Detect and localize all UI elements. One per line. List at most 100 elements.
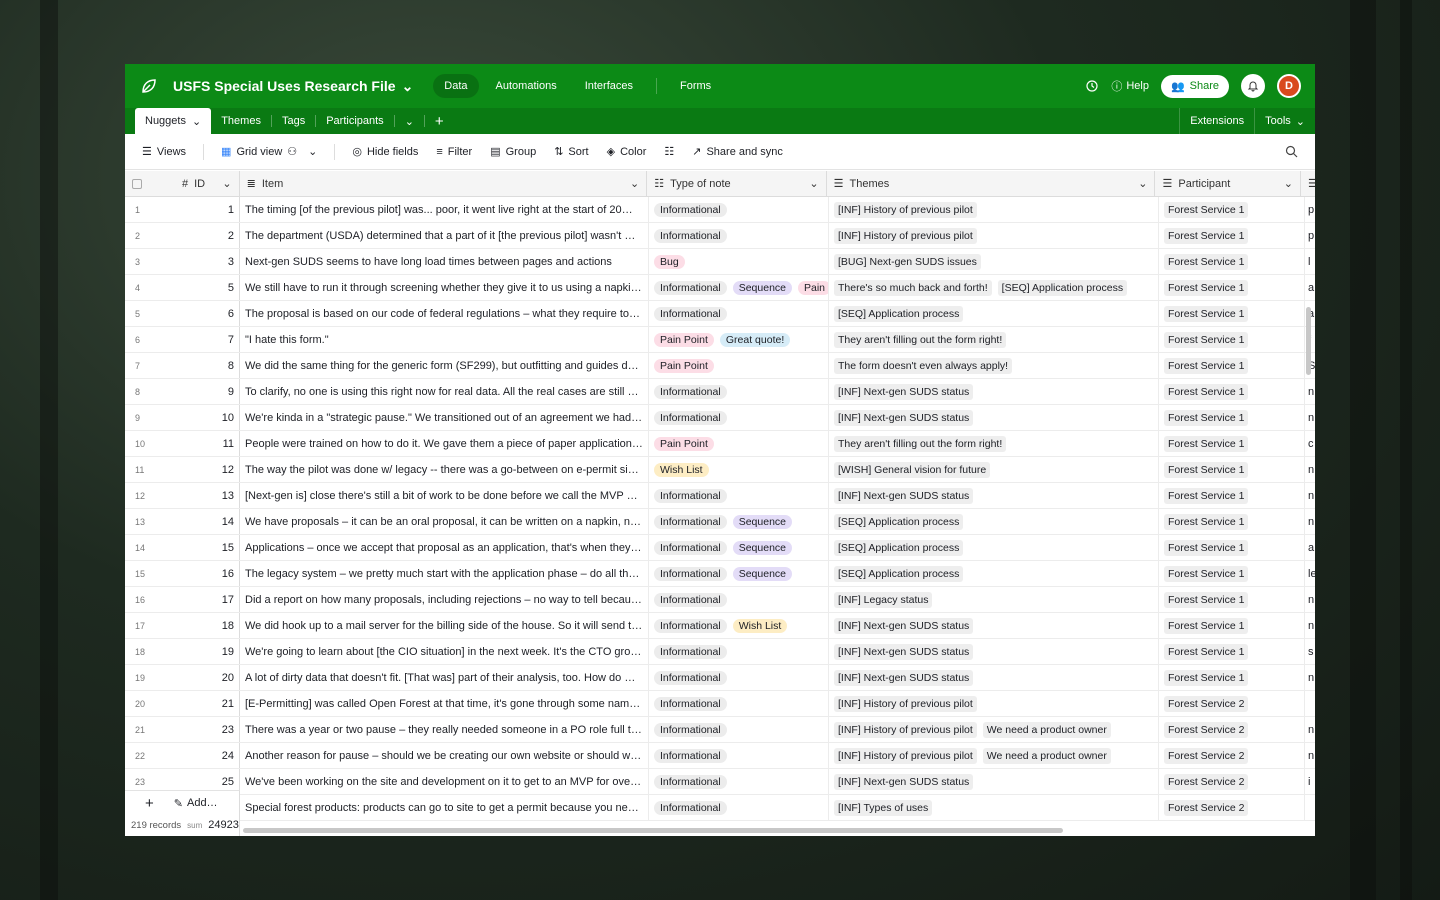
- row-height-icon[interactable]: ☷: [657, 141, 681, 162]
- item-cell[interactable]: The way the pilot was done w/ legacy -- …: [240, 457, 649, 482]
- type-cell[interactable]: Pain Point: [649, 353, 829, 378]
- type-cell[interactable]: Informational: [649, 743, 829, 768]
- themes-cell[interactable]: [SEQ] Application process: [829, 561, 1159, 586]
- row-number-cell[interactable]: 10 11: [125, 431, 240, 456]
- next-column-cell[interactable]: p: [1305, 197, 1315, 222]
- horizontal-scrollbar[interactable]: [243, 828, 1063, 833]
- share-sync-button[interactable]: ↗ Share and sync: [685, 141, 790, 162]
- participant-link[interactable]: Forest Service 1: [1164, 591, 1249, 608]
- nav-automations[interactable]: Automations: [485, 74, 568, 98]
- participant-link[interactable]: Forest Service 1: [1164, 409, 1249, 426]
- themes-cell[interactable]: [INF] Next-gen SUDS status: [829, 665, 1159, 690]
- next-column-cell[interactable]: le: [1305, 561, 1315, 586]
- next-column-cell[interactable]: n: [1305, 587, 1315, 612]
- item-cell[interactable]: The proposal is based on our code of fed…: [240, 301, 649, 326]
- item-cell[interactable]: Another reason for pause – should we be …: [240, 743, 649, 768]
- type-cell[interactable]: Informational: [649, 639, 829, 664]
- themes-cell[interactable]: [INF] Legacy status: [829, 587, 1159, 612]
- table-row[interactable]: 15 16 The legacy system – we pretty much s…: [125, 561, 1315, 587]
- participant-link[interactable]: Forest Service 1: [1164, 487, 1249, 504]
- row-number-cell[interactable]: 78: [125, 353, 240, 378]
- participant-link[interactable]: Forest Service 2: [1164, 747, 1249, 764]
- next-column-cell[interactable]: [1305, 795, 1315, 820]
- type-cell[interactable]: Informational Sequence: [649, 509, 829, 534]
- theme-link[interactable]: [INF] History of previous pilot: [834, 695, 977, 712]
- participant-cell[interactable]: Forest Service 2: [1159, 717, 1305, 742]
- participant-link[interactable]: Forest Service 1: [1164, 643, 1249, 660]
- table-row[interactable]: 23 25 We've been working on the site and d…: [125, 769, 1315, 795]
- type-cell[interactable]: Wish List: [649, 457, 829, 482]
- header-type[interactable]: ☷ Type of note ⌄: [647, 171, 827, 196]
- participant-cell[interactable]: Forest Service 2: [1159, 795, 1305, 820]
- participant-link[interactable]: Forest Service 1: [1164, 461, 1249, 478]
- table-row[interactable]: 21 23 There was a year or two pause – they…: [125, 717, 1315, 743]
- type-cell[interactable]: Pain Point Great quote!: [649, 327, 829, 352]
- type-cell[interactable]: Informational Sequence Pain: [649, 275, 829, 300]
- themes-cell[interactable]: [SEQ] Application process: [829, 509, 1159, 534]
- theme-link[interactable]: [SEQ] Application process: [834, 305, 964, 322]
- participant-cell[interactable]: Forest Service 1: [1159, 405, 1305, 430]
- theme-link[interactable]: [INF] Next-gen SUDS status: [834, 773, 974, 790]
- participant-link[interactable]: Forest Service 1: [1164, 253, 1249, 270]
- item-cell[interactable]: Special forest products: products can go…: [240, 795, 649, 820]
- type-cell[interactable]: Informational: [649, 301, 829, 326]
- next-column-cell[interactable]: a: [1305, 275, 1315, 300]
- item-cell[interactable]: We've been working on the site and devel…: [240, 769, 649, 794]
- participant-link[interactable]: Forest Service 1: [1164, 617, 1249, 634]
- themes-cell[interactable]: [INF] Next-gen SUDS status: [829, 379, 1159, 404]
- item-cell[interactable]: We still have to run it through screenin…: [240, 275, 649, 300]
- theme-link[interactable]: They aren't filling out the form right!: [834, 435, 1007, 452]
- row-number-cell[interactable]: 13 14: [125, 509, 240, 534]
- header-participant[interactable]: ☰ Participant ⌄: [1155, 171, 1302, 196]
- participant-link[interactable]: Forest Service 1: [1164, 201, 1249, 218]
- table-row[interactable]: 22 24 Another reason for pause – should we…: [125, 743, 1315, 769]
- participant-link[interactable]: Forest Service 1: [1164, 539, 1249, 556]
- row-number-cell[interactable]: 22 24: [125, 743, 240, 768]
- next-column-cell[interactable]: l: [1305, 249, 1315, 274]
- theme-link[interactable]: [WISH] General vision for future: [834, 461, 991, 478]
- themes-cell[interactable]: [INF] Next-gen SUDS status: [829, 613, 1159, 638]
- type-cell[interactable]: Informational: [649, 795, 829, 820]
- item-cell[interactable]: We have proposals – it can be an oral pr…: [240, 509, 649, 534]
- participant-cell[interactable]: Forest Service 1: [1159, 665, 1305, 690]
- sort-button[interactable]: ⇅ Sort: [547, 141, 595, 162]
- item-cell[interactable]: A lot of dirty data that doesn't fit. [T…: [240, 665, 649, 690]
- themes-cell[interactable]: [INF] History of previous pilot We need a…: [829, 717, 1159, 742]
- themes-cell[interactable]: [WISH] General vision for future: [829, 457, 1159, 482]
- themes-cell[interactable]: [SEQ] Application process: [829, 301, 1159, 326]
- next-column-cell[interactable]: i: [1305, 769, 1315, 794]
- type-cell[interactable]: Informational: [649, 223, 829, 248]
- theme-link[interactable]: We need a product owner: [982, 747, 1111, 764]
- item-cell[interactable]: People were trained on how to do it. We …: [240, 431, 649, 456]
- chevron-down-icon[interactable]: ⌄: [1284, 177, 1293, 190]
- theme-link[interactable]: [INF] History of previous pilot: [834, 747, 977, 764]
- views-button[interactable]: ☰ Views: [135, 141, 193, 162]
- participant-cell[interactable]: Forest Service 1: [1159, 249, 1305, 274]
- nav-interfaces[interactable]: Interfaces: [574, 74, 644, 98]
- type-cell[interactable]: Informational Sequence: [649, 535, 829, 560]
- filter-button[interactable]: ≡ Filter: [429, 142, 479, 162]
- row-number-cell[interactable]: 45: [125, 275, 240, 300]
- participant-cell[interactable]: Forest Service 1: [1159, 561, 1305, 586]
- theme-link[interactable]: [SEQ] Application process: [834, 565, 964, 582]
- add-with-ai-button[interactable]: ✎ Add…: [174, 797, 218, 810]
- item-cell[interactable]: The legacy system – we pretty much start…: [240, 561, 649, 586]
- participant-cell[interactable]: Forest Service 1: [1159, 327, 1305, 352]
- item-cell[interactable]: "I hate this form.": [240, 327, 649, 352]
- row-number-cell[interactable]: 89: [125, 379, 240, 404]
- participant-link[interactable]: Forest Service 1: [1164, 227, 1249, 244]
- theme-link[interactable]: [INF] Next-gen SUDS status: [834, 669, 974, 686]
- color-button[interactable]: ◈ Color: [600, 141, 654, 162]
- table-row[interactable]: 13 14 We have proposals – it can be an ora…: [125, 509, 1315, 535]
- item-cell[interactable]: The department (USDA) determined that a …: [240, 223, 649, 248]
- summary-prefix[interactable]: sum: [187, 821, 202, 830]
- next-column-cell[interactable]: p: [1305, 223, 1315, 248]
- themes-cell[interactable]: [SEQ] Application process: [829, 535, 1159, 560]
- themes-cell[interactable]: [INF] Next-gen SUDS status: [829, 639, 1159, 664]
- row-number-cell[interactable]: 15 16: [125, 561, 240, 586]
- item-cell[interactable]: [E-Permitting] was called Open Forest at…: [240, 691, 649, 716]
- type-cell[interactable]: Informational: [649, 717, 829, 742]
- next-column-cell[interactable]: n: [1305, 665, 1315, 690]
- themes-cell[interactable]: [INF] Next-gen SUDS status: [829, 769, 1159, 794]
- header-item[interactable]: ≣ Item ⌄: [240, 171, 648, 196]
